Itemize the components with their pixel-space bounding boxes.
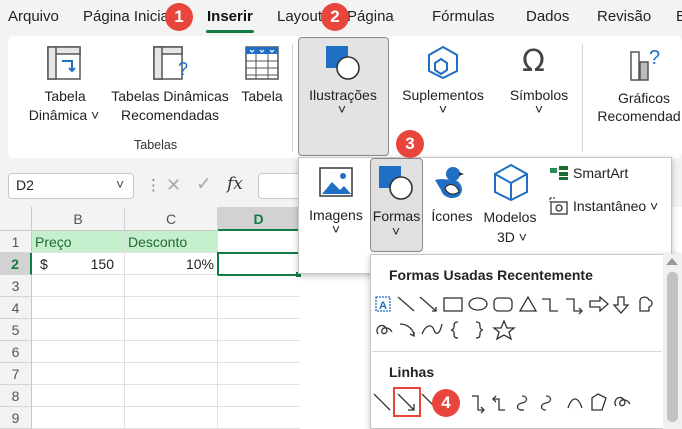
row-header-4[interactable]: 4 [0,297,32,319]
callout-badge-2: 2 [321,3,349,31]
empty-cells [32,275,300,429]
tabelas-recomendadas-button[interactable]: ? [152,45,192,84]
tabela-dinamica-label-2: Dinâmica ˅ [28,107,100,123]
ilustracoes-chevron: ˅ [337,101,347,117]
modelos-3d-label-1: Modelos [483,209,537,225]
menu-dados[interactable]: Dados [526,8,569,25]
smartart-icon [549,165,569,184]
menu-more[interactable]: E [676,8,682,25]
menu-arquivo[interactable]: Arquivo [8,8,59,25]
row-header-1[interactable]: 1 [0,231,32,253]
tabela-dinamica-label-1: Tabela [44,88,86,104]
enter-check-icon[interactable]: ✓ [196,173,212,196]
more-options-icon[interactable]: ⋮ [146,176,161,194]
elbow-arrow-highlight[interactable] [393,387,421,417]
recent-shapes-row-2[interactable] [372,316,532,345]
shapes-icon [324,44,362,83]
svg-text:A: A [379,300,387,312]
smartart-button[interactable]: SmartArt [573,165,628,181]
picture-icon [319,167,353,197]
callout-badge-4: 4 [432,389,460,417]
tabelas-recomendadas-label-1: Tabelas Dinâmicas [111,88,229,104]
cube-icon [494,163,528,202]
row-header-5[interactable]: 5 [0,319,32,341]
recent-shapes-title: Formas Usadas Recentemente [389,267,593,283]
tabela-button[interactable] [244,45,280,84]
column-header-c[interactable]: C [125,207,218,231]
cell-b2[interactable]: $ 150 [32,253,125,275]
screenshot-icon [549,197,569,218]
simbolos-chevron: ˅ [534,101,544,117]
lines-section-title: Linhas [389,364,435,380]
graficos-label-2: Recomendad [597,108,681,124]
group-tabelas-label: Tabelas [134,138,178,152]
row-header-2[interactable]: 2 [0,253,32,275]
cell-b2-currency: $ [40,256,48,272]
cell-b2-value: 150 [90,256,114,272]
column-header-b[interactable]: B [32,207,125,231]
recommended-pivot-icon: ? [153,46,188,80]
imagens-chevron: ˅ [331,221,341,237]
recommended-charts-icon: ? [625,44,665,85]
column-header-d[interactable]: D [218,207,300,231]
row-header-6[interactable]: 6 [0,341,32,363]
active-cell-d2[interactable] [217,252,300,276]
recent-shapes-icons: A [375,295,653,315]
name-box-chevron-icon[interactable]: ˅ [116,176,124,192]
table-icon [245,46,279,80]
addins-icon [428,45,458,80]
tabela-label: Tabela [241,88,283,104]
graficos-label-1[interactable]: Gráficos [612,89,676,108]
cancel-icon[interactable]: ✕ [166,175,181,196]
tabelas-recomendadas-label-2: Recomendadas [120,107,220,123]
ribbon-separator [292,44,293,152]
suplementos-button[interactable] [425,45,461,82]
fx-icon[interactable]: fx [227,174,243,194]
gallery-divider [372,351,662,352]
row-header-8[interactable]: 8 [0,385,32,407]
omega-icon: Ω [522,44,545,79]
menu-pagina-inicial[interactable]: Página Inicial [83,8,172,25]
ribbon-separator-2 [582,44,583,152]
tabela-dinamica-button[interactable] [46,45,82,84]
cell-c2[interactable]: 10% [125,253,218,275]
cell-d1[interactable] [218,231,300,253]
formas-chevron: ˅ [391,223,401,239]
scrollbar-thumb[interactable] [667,272,678,422]
name-box-value: D2 [16,177,34,193]
icones-label: Ícones [431,208,473,224]
pivot-table-icon [47,46,81,80]
instantaneo-button[interactable]: Instantâneo ˅ [573,198,658,214]
callout-badge-1: 1 [165,3,193,31]
modelos-3d-button[interactable] [491,162,531,205]
menu-revisao[interactable]: Revisão [597,8,651,25]
suplementos-chevron: ˅ [438,101,448,117]
menu-inserir[interactable]: Inserir [207,8,253,25]
menu-formulas[interactable]: Fórmulas [432,8,495,25]
svg-text:?: ? [178,59,188,79]
cell-b1[interactable]: Preço [32,231,125,253]
row-header-3[interactable]: 3 [0,275,32,297]
scroll-up-icon[interactable] [666,258,678,265]
svg-text:?: ? [649,47,660,69]
cell-c1[interactable]: Desconto [125,231,218,253]
row-header-9[interactable]: 9 [0,407,32,429]
imagens-button[interactable] [318,166,354,201]
row-header-7[interactable]: 7 [0,363,32,385]
modelos-3d-label-2: 3D ˅ [497,229,527,245]
formas-shapes-icon [377,164,415,205]
callout-badge-3: 3 [396,130,424,158]
active-tab-indicator [206,30,254,33]
select-all-corner[interactable] [0,207,32,231]
bird-icon [435,167,464,198]
recent-shapes-icons-2 [376,319,516,341]
icones-button[interactable] [431,164,471,205]
